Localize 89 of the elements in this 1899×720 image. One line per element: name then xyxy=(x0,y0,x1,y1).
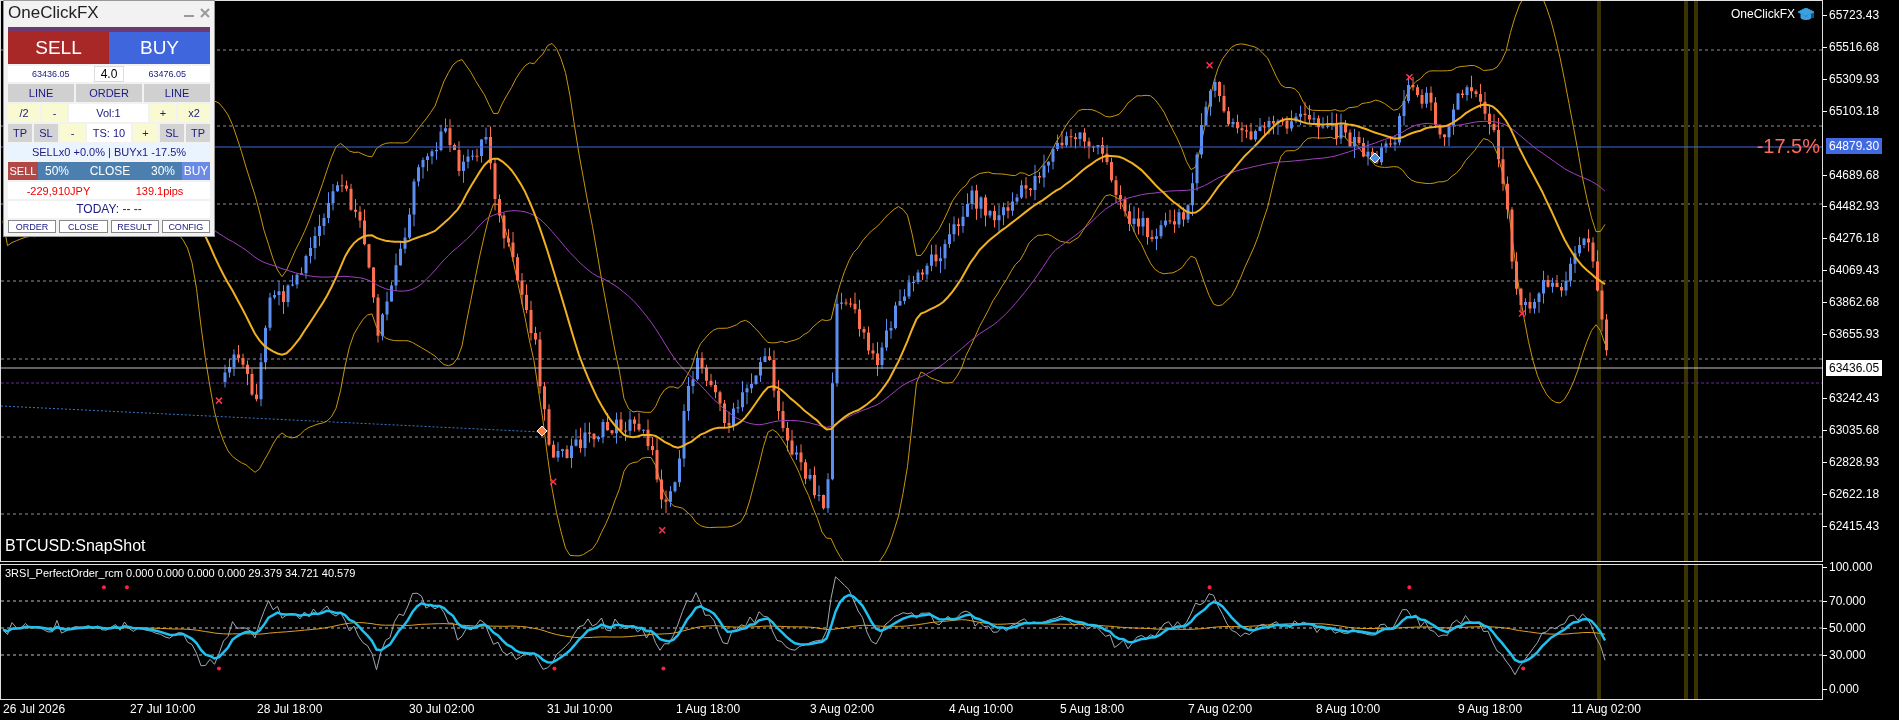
time-label: 4 Aug 10:00 xyxy=(949,702,1014,716)
graduation-cap-icon[interactable] xyxy=(1798,7,1814,21)
time-label: 30 Jul 02:00 xyxy=(409,702,475,716)
signal-dot xyxy=(217,666,221,671)
price-tick: 63242.43 xyxy=(1829,391,1880,406)
buy-price: 63476.05 xyxy=(147,69,187,79)
price-tick: 62828.93 xyxy=(1829,455,1880,469)
brand-label: OneClickFX xyxy=(1731,7,1795,21)
spread-value: 4.0 xyxy=(93,66,125,82)
indicator-tick: 100.000 xyxy=(1829,560,1873,574)
step-button[interactable]: - xyxy=(60,124,85,142)
line-button[interactable]: LINE xyxy=(144,84,210,102)
indicator-tick: 30.000 xyxy=(1829,648,1866,662)
symbol-label: BTCUSD:SnapShot xyxy=(5,537,146,555)
time-label: 28 Jul 18:00 xyxy=(257,702,323,716)
price-tick: 64689.68 xyxy=(1829,167,1880,182)
time-label: 27 Jul 10:00 xyxy=(130,702,196,716)
volume-button[interactable]: - xyxy=(42,104,67,122)
volume-button[interactable]: /2 xyxy=(8,104,40,122)
price-tick: 63862.68 xyxy=(1829,295,1880,310)
price-tick: 64276.18 xyxy=(1829,231,1880,246)
price-tag: 64879.30 xyxy=(1826,138,1883,154)
time-label: 3 Aug 02:00 xyxy=(810,702,875,716)
cross-marker xyxy=(1405,73,1414,82)
profit-value: -229,910JPY xyxy=(25,184,92,197)
volume-button[interactable]: + xyxy=(150,104,176,122)
diamond-marker xyxy=(536,425,548,437)
indicator-title: 3RSI_PerfectOrder_rcm 0.000 0.000 0.000 0.000 29.379 34.721 40.579 xyxy=(5,567,356,579)
time-label: 1 Aug 18:00 xyxy=(676,702,741,716)
line-button[interactable]: ORDER xyxy=(76,84,142,102)
line-button[interactable]: LINE xyxy=(8,84,74,102)
indicator-tick: 0.000 xyxy=(1829,682,1860,696)
price-tick: 64482.93 xyxy=(1829,199,1880,214)
price-tick: 62415.43 xyxy=(1829,519,1880,533)
price-tick: 65516.68 xyxy=(1829,39,1880,54)
percent-label: -17.5% xyxy=(1756,135,1820,158)
price-tick: 64069.43 xyxy=(1829,263,1880,278)
footer-button[interactable]: RESULT xyxy=(110,220,159,233)
time-label: 8 Aug 10:00 xyxy=(1316,702,1381,716)
signal-dot xyxy=(1521,666,1526,671)
panel-title: OneClickFX xyxy=(8,3,99,23)
sell-button[interactable]: SELL xyxy=(8,32,109,64)
footer-button[interactable]: CLOSE xyxy=(59,220,108,233)
close-all-button[interactable]: CLOSE xyxy=(76,162,144,180)
time-label: 11 Aug 02:00 xyxy=(1571,702,1641,716)
signal-dot xyxy=(661,666,666,671)
footer-button[interactable]: CONFIG xyxy=(161,220,210,233)
signal-dot xyxy=(101,585,106,590)
partial-close-button[interactable]: 30% xyxy=(144,162,182,180)
stop-button[interactable]: SL xyxy=(160,124,184,142)
trailing-stop-field[interactable]: TS: 10 xyxy=(87,124,131,142)
partial-close-button[interactable]: 50% xyxy=(38,162,76,180)
signal-dot xyxy=(1407,585,1412,590)
price-tick: 65309.93 xyxy=(1829,71,1880,86)
stop-button[interactable]: TP xyxy=(8,124,32,142)
price-tick: 63035.68 xyxy=(1829,423,1880,438)
time-label: 26 Jul 2026 xyxy=(3,702,66,716)
buy-button[interactable]: BUY xyxy=(109,32,210,64)
cross-marker xyxy=(1205,61,1214,69)
time-label: 7 Aug 02:00 xyxy=(1188,702,1253,716)
signal-dot xyxy=(552,666,557,671)
close-sell-button[interactable]: SELL xyxy=(8,162,38,180)
volume-field[interactable]: Vol:1 xyxy=(69,104,148,122)
stop-button[interactable]: TP xyxy=(186,124,210,142)
cross-marker xyxy=(1518,309,1526,318)
price-tick: 65103.18 xyxy=(1829,103,1880,118)
cross-marker xyxy=(658,526,666,534)
indicator-tick: 70.000 xyxy=(1829,594,1866,608)
indicator-tick: 50.000 xyxy=(1829,621,1866,635)
today-result: TODAY: -- -- xyxy=(8,201,210,218)
current-price-tag: 63436.05 xyxy=(1826,360,1883,376)
time-label: 9 Aug 18:00 xyxy=(1458,702,1523,716)
cross-marker xyxy=(549,478,557,486)
cross-marker xyxy=(215,396,223,405)
stop-button[interactable]: SL xyxy=(34,124,58,142)
position-summary: SELLx0 +0.0% | BUYx1 -17.5% xyxy=(8,144,210,160)
step-button[interactable]: + xyxy=(133,124,158,142)
time-label: 31 Jul 10:00 xyxy=(547,702,613,716)
pips-value: 139.1pips xyxy=(134,184,185,197)
signal-dot xyxy=(1207,585,1212,590)
close-icon[interactable] xyxy=(200,8,210,18)
price-tick: 65723.43 xyxy=(1829,7,1880,22)
price-tick: 63655.93 xyxy=(1829,327,1880,342)
footer-button[interactable]: ORDER xyxy=(8,220,57,233)
volume-button[interactable]: x2 xyxy=(178,104,210,122)
signal-dot xyxy=(124,585,129,590)
price-tick: 62622.18 xyxy=(1829,487,1880,501)
sell-price: 63436.05 xyxy=(31,69,71,79)
time-label: 5 Aug 18:00 xyxy=(1060,702,1125,716)
